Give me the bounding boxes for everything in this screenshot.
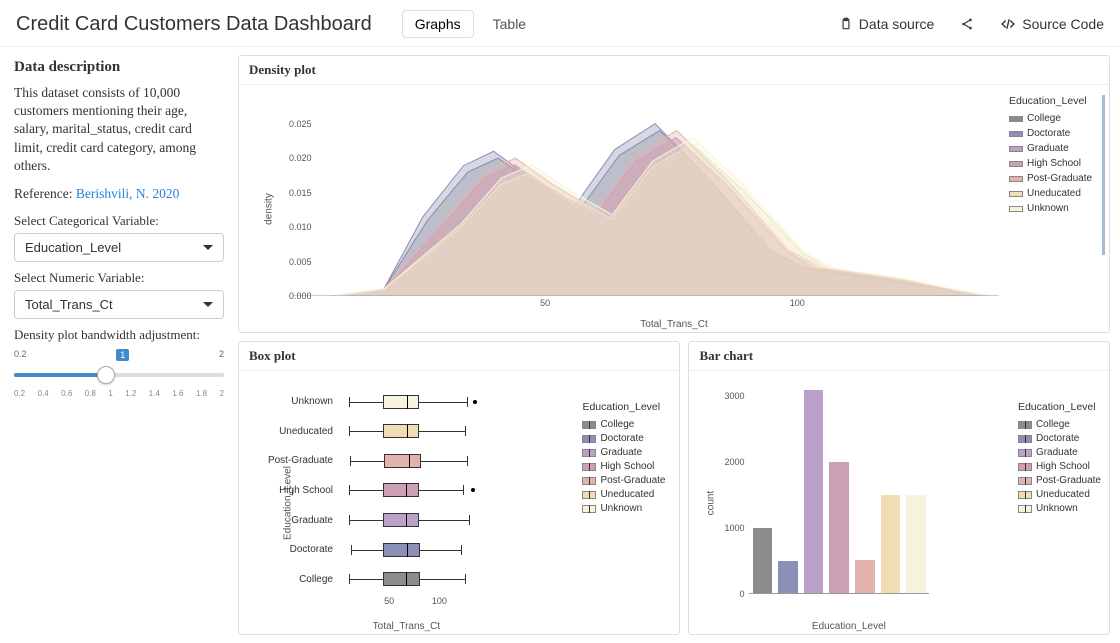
code-icon [1000, 17, 1016, 31]
cat-var-value: Education_Level [25, 240, 121, 255]
density-panel: Density plot 0.0000.0050.0100.0150.0200.… [238, 55, 1110, 333]
bandwidth-label: Density plot bandwidth adjustment: [14, 327, 224, 343]
density-ylabel: density [263, 193, 274, 225]
box-category-label: Post-Graduate [268, 455, 339, 466]
legend-item: Doctorate [1018, 433, 1101, 444]
box-plot: Education_Level Unknown Uneducated Post-Gr… [239, 371, 679, 634]
slider-thumb[interactable] [97, 366, 115, 384]
bar [881, 495, 900, 594]
bar-xlabel: Education_Level [812, 621, 886, 632]
legend-item: Uneducated [582, 489, 665, 500]
density-plot: 0.0000.0050.0100.0150.0200.025 50100 den… [239, 85, 1109, 332]
legend-title: Education_Level [582, 401, 665, 413]
page-title: Credit Card Customers Data Dashboard [16, 13, 372, 36]
legend-item: College [1018, 419, 1101, 430]
legend-item: Graduate [582, 447, 665, 458]
box-category-label: College [299, 574, 339, 585]
legend-item: Unknown [1009, 203, 1098, 214]
tab-graphs[interactable]: Graphs [402, 10, 474, 38]
legend-item: Uneducated [1018, 489, 1101, 500]
legend-item: Doctorate [1009, 128, 1098, 139]
bar-chart: count 0100020003000 Education_Level Educ… [689, 371, 1109, 634]
data-source-link[interactable]: Data source [839, 16, 934, 32]
bar-legend: Education_Level College Doctorate Graduate… [1018, 401, 1101, 517]
legend-item: High School [582, 461, 665, 472]
legend-item: Post-Graduate [1018, 475, 1101, 486]
bar [804, 390, 823, 594]
box-panel: Box plot Education_Level Unknown Uneducat… [238, 341, 680, 635]
view-tabs: Graphs Table [402, 10, 539, 38]
density-legend: Education_Level College Doctorate Graduate… [1009, 95, 1105, 255]
legend-item: College [1009, 113, 1098, 124]
box-category-label: High School [279, 485, 339, 496]
bar [829, 462, 848, 594]
bar [855, 560, 874, 594]
slider-ticks: 0.20.40.60.811.21.41.61.82 [14, 389, 224, 398]
box-title: Box plot [239, 342, 679, 371]
reference-link[interactable]: Berishvili, N. 2020 [76, 186, 180, 201]
box-category-label: Uneducated [279, 426, 339, 437]
legend-item: Doctorate [582, 433, 665, 444]
source-code-label: Source Code [1022, 16, 1104, 32]
legend-item: Graduate [1009, 143, 1098, 154]
num-var-value: Total_Trans_Ct [25, 297, 113, 312]
legend-item: Uneducated [1009, 188, 1098, 199]
clipboard-icon [839, 17, 853, 31]
legend-item: Unknown [582, 503, 665, 514]
slider-value-badge: 1 [116, 349, 129, 361]
data-source-label: Data source [859, 16, 934, 32]
chevron-down-icon [203, 302, 213, 307]
sidebar-heading: Data description [14, 59, 224, 76]
slider-max: 2 [219, 349, 224, 361]
bar [753, 528, 772, 594]
tab-table[interactable]: Table [480, 10, 539, 38]
source-code-link[interactable]: Source Code [1000, 16, 1104, 32]
legend-item: High School [1009, 158, 1098, 169]
bar-panel: Bar chart count 0100020003000 Education_… [688, 341, 1110, 635]
box-ylabel: Education_Level [282, 466, 293, 540]
legend-title: Education_Level [1018, 401, 1101, 413]
bar [906, 495, 925, 594]
sidebar: Data description This dataset consists o… [0, 47, 238, 643]
legend-item: College [582, 419, 665, 430]
dataset-reference: Reference: Berishvili, N. 2020 [14, 185, 224, 203]
density-xlabel: Total_Trans_Ct [640, 319, 707, 330]
share-icon [960, 17, 974, 31]
density-title: Density plot [239, 56, 1109, 85]
box-category-label: Doctorate [290, 544, 339, 555]
legend-item: Graduate [1018, 447, 1101, 458]
box-category-label: Graduate [291, 515, 339, 526]
chevron-down-icon [203, 245, 213, 250]
share-button[interactable] [960, 17, 974, 31]
box-category-label: Unknown [291, 396, 339, 407]
cat-var-label: Select Categorical Variable: [14, 213, 224, 229]
app-header: Credit Card Customers Data Dashboard Gra… [0, 0, 1120, 47]
box-xlabel: Total_Trans_Ct [373, 621, 440, 632]
bar [778, 561, 797, 594]
cat-var-select[interactable]: Education_Level [14, 233, 224, 262]
slider-track[interactable] [14, 361, 224, 389]
slider-min: 0.2 [14, 349, 27, 361]
bandwidth-slider[interactable]: 0.2 1 2 0.20.40.60.811.21.41.61.82 [14, 349, 224, 398]
num-var-select[interactable]: Total_Trans_Ct [14, 290, 224, 319]
num-var-label: Select Numeric Variable: [14, 270, 224, 286]
dataset-description: This dataset consists of 10,000 customer… [14, 84, 224, 175]
box-legend: Education_Level College Doctorate Graduate… [582, 401, 665, 517]
legend-item: High School [1018, 461, 1101, 472]
legend-item: Post-Graduate [1009, 173, 1098, 184]
legend-item: Post-Graduate [582, 475, 665, 486]
bar-ylabel: count [706, 490, 717, 514]
main-area: Density plot 0.0000.0050.0100.0150.0200.… [238, 47, 1120, 643]
legend-title: Education_Level [1009, 95, 1098, 107]
bar-title: Bar chart [689, 342, 1109, 371]
legend-item: Unknown [1018, 503, 1101, 514]
